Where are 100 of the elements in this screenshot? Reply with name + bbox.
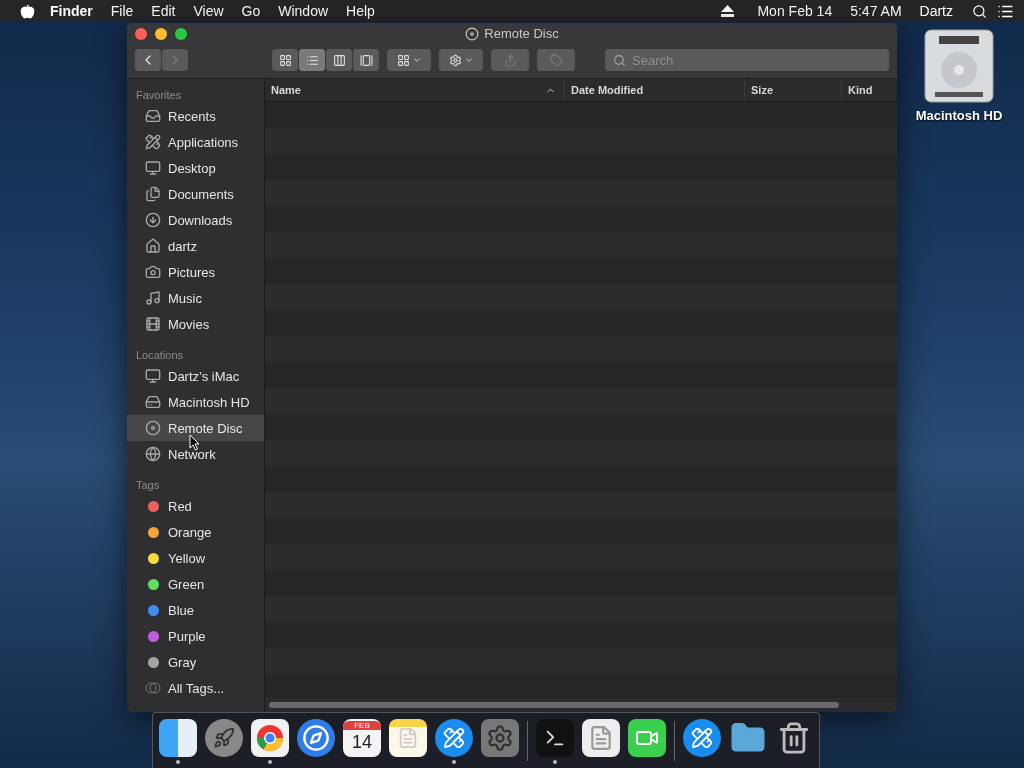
action-button[interactable] [439,49,483,71]
zoom-button[interactable] [175,28,187,40]
sidebar-label: Purple [168,628,206,644]
app-menu[interactable]: Finder [41,3,102,19]
compass-app-icon[interactable] [297,718,335,757]
column-header[interactable]: Kind [842,79,897,101]
monitor-icon [145,160,161,176]
columns-icon [332,53,346,67]
sidebar-item[interactable]: Purple [127,623,264,649]
list-view-button[interactable] [299,49,325,71]
sidebar-label: Dartz’s iMac [168,368,240,384]
close-button[interactable] [135,28,147,40]
caret-icon [463,55,474,65]
disc-icon [465,26,480,41]
sidebar-label: Red [168,498,192,514]
disc-icon [145,420,161,436]
pencil-ruler-icon [145,134,161,150]
document-app-icon[interactable] [582,718,620,757]
time-text: 5:47 AM [849,3,903,19]
sidebar-item[interactable]: Documents [127,181,264,207]
browser-app-icon[interactable] [251,718,289,757]
back-button[interactable] [135,49,161,71]
sidebar-item[interactable]: Orange [127,519,264,545]
terminal-app-icon[interactable] [536,718,574,757]
sidebar-item[interactable]: Remote Disc [127,415,264,441]
film-icon [145,316,161,332]
sidebar-label: dartz [168,238,197,254]
music-note-icon [145,290,161,306]
sidebar-item[interactable]: All Tags... [127,675,264,701]
menu-item[interactable]: Go [232,3,270,19]
column-header[interactable]: Size [745,79,842,101]
video-call-app-icon[interactable] [628,718,666,757]
sidebar-item[interactable]: Blue [127,597,264,623]
calendar-app-icon[interactable]: FEB 14 [343,718,381,757]
column-header[interactable]: Date Modified [565,79,745,101]
icon-view-button[interactable] [272,49,298,71]
date-text: Mon Feb 14 [756,3,834,19]
sidebar-item[interactable]: Network [127,441,264,467]
sidebar-item[interactable]: Gray [127,649,264,675]
group-button[interactable] [387,49,431,71]
sidebar-item[interactable]: Desktop [127,155,264,181]
documents-icon [145,186,161,202]
section-title: Locations [135,348,185,363]
menu-item[interactable]: Help [337,3,384,19]
sidebar-item[interactable]: Dartz’s iMac [127,363,264,389]
menu-item[interactable]: View [184,3,233,19]
eject-icon[interactable] [721,5,735,17]
camera-icon [145,264,161,280]
user-name[interactable]: Dartz [910,3,962,19]
gear-app-icon[interactable] [481,718,519,757]
menu-item[interactable]: Edit [142,3,185,19]
pointer-icon [189,434,200,451]
rocket-app-icon[interactable] [205,718,243,757]
menu-item[interactable]: File [101,3,143,19]
sidebar-label: All Tags... [168,680,225,696]
hard-drive-icon[interactable] [923,28,995,104]
menu-item[interactable]: Window [269,3,338,19]
desktop-icon-label: Macintosh HD [915,108,1003,123]
sidebar-item[interactable]: Yellow [127,545,264,571]
sidebar-item[interactable]: Recents [127,103,264,129]
notepad-app-icon[interactable] [389,718,427,757]
monitor-icon [145,368,161,384]
sidebar-label: Recents [168,108,216,124]
column-view-button[interactable] [326,49,352,71]
sidebar-label: Music [168,290,202,306]
hard-drive-icon [145,394,161,410]
sidebar-item[interactable]: Movies [127,311,264,337]
search-icon[interactable] [972,3,987,19]
sidebar-label: Desktop [168,160,216,176]
overlapping-circles-icon [145,682,161,694]
sidebar-label: Yellow [168,550,206,566]
section-title: Tags [135,478,161,493]
sidebar-item[interactable]: Downloads [127,207,264,233]
grid-icon [278,53,292,67]
download-icon [145,212,161,228]
sidebar-label: Blue [168,602,195,618]
house-icon [145,238,161,254]
gallery-view-button[interactable] [353,49,379,71]
list-icon [305,53,319,67]
scrollbar[interactable] [269,702,839,708]
tray-icon [145,108,161,124]
sidebar-item[interactable]: Red [127,493,264,519]
sidebar-label: Remote Disc [168,420,243,436]
globe-icon [145,446,161,462]
section-title: Favorites [135,88,183,103]
sidebar-item[interactable]: Macintosh HD [127,389,264,415]
sidebar-label: Gray [168,654,197,670]
apple-icon[interactable] [20,3,35,19]
sidebar-label: Network [168,446,216,462]
sidebar-item[interactable]: Music [127,285,264,311]
sidebar-label: Green [168,576,205,592]
caret-icon [411,55,422,65]
column-header[interactable]: Name [265,79,565,101]
sidebar-label: Applications [168,134,239,150]
sidebar-item[interactable]: dartz [127,233,264,259]
sidebar-item[interactable]: Pictures [127,259,264,285]
sidebar-item[interactable]: Green [127,571,264,597]
gallery-icon [359,53,373,67]
minimize-button[interactable] [155,28,167,40]
sidebar-item[interactable]: Applications [127,129,264,155]
